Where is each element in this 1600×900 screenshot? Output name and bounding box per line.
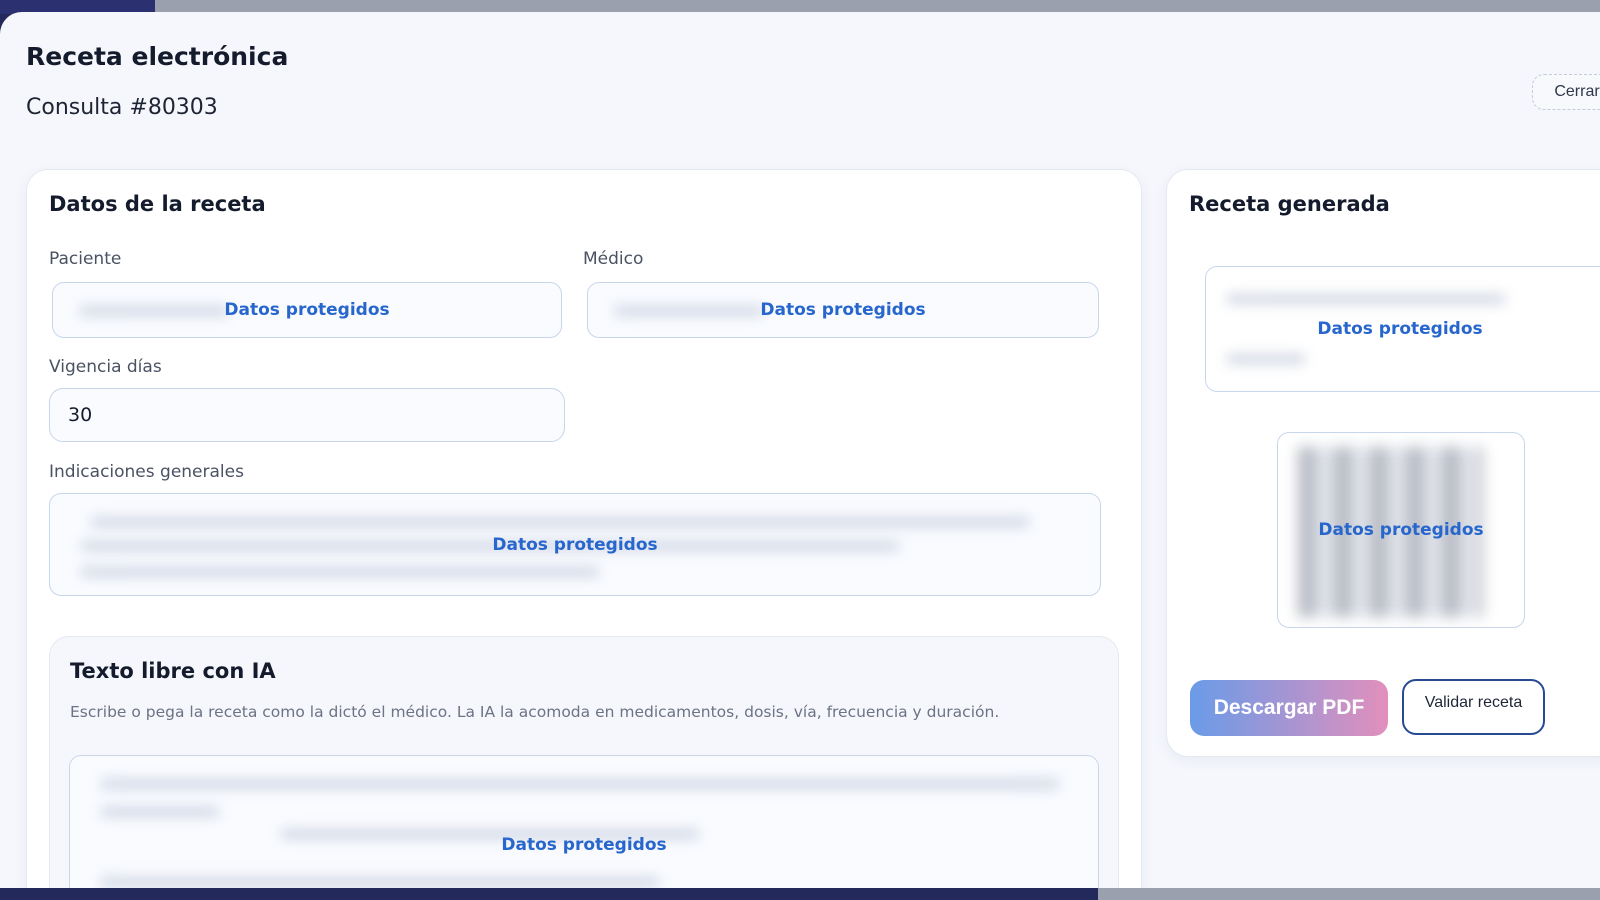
download-pdf-button[interactable]: Descargar PDF (1190, 680, 1388, 736)
instructions-field[interactable]: Datos protegidos (49, 493, 1101, 596)
validity-value: 30 (68, 404, 93, 426)
doctor-label: Médico (583, 249, 644, 269)
ai-free-text-section: Texto libre con IA Escribe o pega la rec… (49, 636, 1119, 888)
card-title: Receta generada (1189, 192, 1390, 216)
modal-title: Receta electrónica (26, 42, 289, 71)
doctor-field[interactable]: Datos protegidos (587, 282, 1099, 338)
validity-days-input[interactable]: 30 (49, 388, 565, 442)
protected-label: Datos protegidos (1318, 520, 1484, 540)
validate-prescription-button[interactable]: Validar receta (1402, 679, 1545, 735)
protected-label: Datos protegidos (492, 534, 658, 555)
background-page-bottom (1098, 888, 1600, 900)
protected-label: Datos protegidos (760, 300, 926, 320)
protected-label: Datos protegidos (1317, 319, 1483, 339)
modal-subtitle: Consulta #80303 (26, 95, 218, 120)
ai-text-field[interactable]: Datos protegidos (69, 755, 1099, 888)
patient-label: Paciente (49, 249, 122, 269)
ai-section-title: Texto libre con IA (70, 659, 276, 683)
card-title: Datos de la receta (49, 192, 266, 216)
prescription-data-card: Datos de la receta Paciente Médico Datos… (26, 169, 1142, 888)
close-button[interactable]: Cerrar (1532, 74, 1600, 110)
protected-label: Datos protegidos (224, 300, 390, 320)
generated-summary: Datos protegidos (1205, 266, 1600, 392)
patient-field[interactable]: Datos protegidos (52, 282, 562, 338)
protected-label: Datos protegidos (501, 835, 667, 855)
qr-code-area: Datos protegidos (1277, 432, 1525, 628)
instructions-label: Indicaciones generales (49, 462, 244, 482)
ai-section-description: Escribe o pega la receta como la dictó e… (70, 703, 1000, 721)
generated-prescription-card: Receta generada Datos protegidos Datos p… (1166, 169, 1600, 757)
prescription-modal: Receta electrónica Consulta #80303 Cerra… (0, 12, 1600, 888)
validity-label: Vigencia días (49, 357, 162, 377)
